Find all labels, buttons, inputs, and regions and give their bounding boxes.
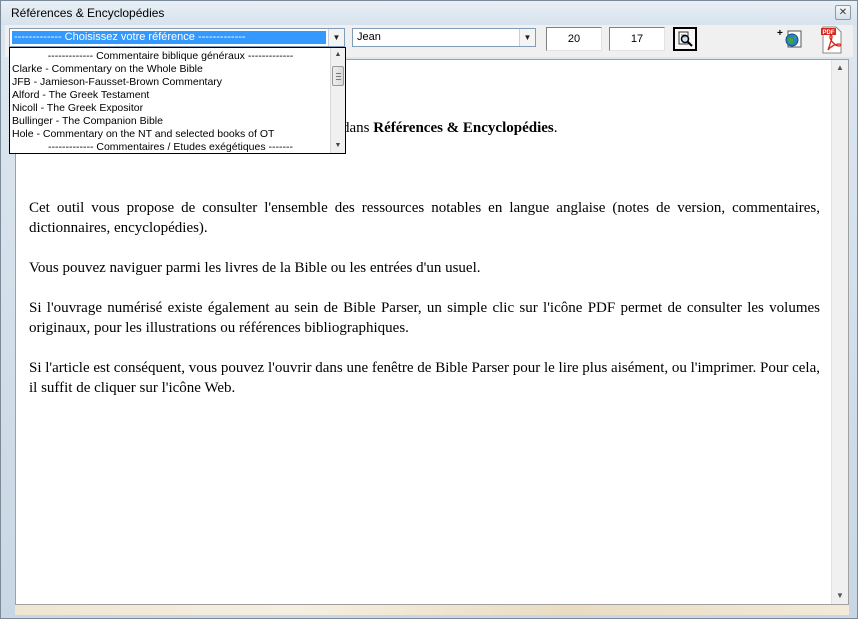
web-button[interactable]: + bbox=[777, 27, 805, 51]
reference-dropdown-list[interactable]: ------------- Commentaire biblique génér… bbox=[9, 47, 346, 154]
list-item[interactable]: ------------- Commentaires / Etudes exég… bbox=[10, 141, 329, 153]
paragraph-pdf: Si l'ouvrage numérisé existe également a… bbox=[29, 300, 820, 336]
book-combo[interactable]: Jean ▼ bbox=[352, 28, 536, 47]
reference-combo[interactable]: ------------- Choisissez votre référence… bbox=[9, 28, 345, 47]
scroll-up-icon[interactable]: ▲ bbox=[331, 48, 345, 62]
chevron-down-icon[interactable]: ▼ bbox=[328, 29, 344, 46]
list-item[interactable]: Alford - The Greek Testament bbox=[10, 89, 329, 102]
list-item[interactable]: Nicoll - The Greek Expositor bbox=[10, 102, 329, 115]
pdf-icon: PDF bbox=[821, 26, 842, 54]
close-button[interactable]: ✕ bbox=[835, 5, 851, 20]
scroll-up-icon[interactable]: ▲ bbox=[832, 60, 848, 76]
plus-icon: + bbox=[777, 28, 783, 39]
verse-field[interactable]: 17 bbox=[609, 27, 665, 51]
chevron-down-icon[interactable]: ▼ bbox=[519, 29, 535, 46]
title-bar[interactable]: Références & Encyclopédies ✕ bbox=[1, 1, 857, 25]
magnifier-icon bbox=[678, 31, 693, 47]
chapter-field[interactable]: 20 bbox=[546, 27, 602, 51]
search-button[interactable] bbox=[673, 27, 697, 51]
scroll-thumb[interactable] bbox=[332, 66, 344, 86]
book-combo-value: Jean bbox=[357, 31, 381, 43]
welcome-text: dans bbox=[342, 120, 374, 136]
pdf-button[interactable]: PDF bbox=[819, 25, 845, 55]
web-icon bbox=[785, 30, 802, 48]
paragraph-web: Si l'article est conséquent, vous pouvez… bbox=[29, 360, 820, 396]
list-item[interactable]: Bullinger - The Companion Bible bbox=[10, 115, 329, 128]
list-item[interactable]: Hole - Commentary on the NT and selected… bbox=[10, 128, 329, 141]
pdf-label: PDF bbox=[823, 30, 835, 36]
welcome-title: Références & Encyclopédies bbox=[373, 120, 554, 136]
dropdown-scrollbar[interactable]: ▲ ▼ bbox=[330, 48, 345, 153]
paragraph-intro: Cet outil vous propose de consulter l'en… bbox=[29, 200, 820, 236]
list-item[interactable]: ------------- Commentaire biblique génér… bbox=[10, 50, 329, 63]
list-item[interactable]: Clarke - Commentary on the Whole Bible bbox=[10, 63, 329, 76]
list-item[interactable]: JFB - Jamieson-Fausset-Brown Commentary bbox=[10, 76, 329, 89]
scroll-down-icon[interactable]: ▼ bbox=[832, 588, 848, 604]
window-title: Références & Encyclopédies bbox=[11, 6, 165, 20]
content-scrollbar[interactable]: ▲ ▼ bbox=[831, 60, 848, 604]
welcome-end: . bbox=[553, 120, 558, 136]
reference-options: ------------- Commentaire biblique génér… bbox=[10, 50, 329, 153]
paragraph-navigation: Vous pouvez naviguer parmi les livres de… bbox=[29, 260, 481, 276]
bottom-decoration bbox=[15, 605, 849, 615]
scroll-down-icon[interactable]: ▼ bbox=[331, 139, 345, 153]
reference-combo-value: ------------- Choisissez votre référence… bbox=[12, 31, 326, 44]
references-window: Références & Encyclopédies ✕ -----------… bbox=[0, 0, 858, 619]
